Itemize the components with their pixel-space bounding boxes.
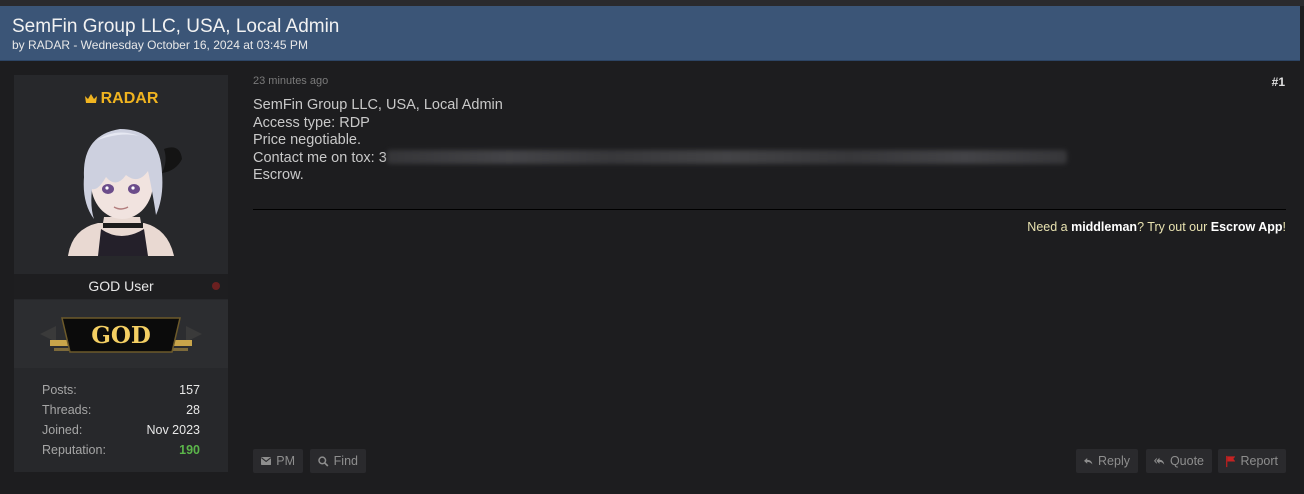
thread-meta: by RADAR - Wednesday October 16, 2024 at… [12, 38, 308, 52]
post-line: SemFin Group LLC, USA, Local Admin [253, 97, 503, 113]
rank-badge-text: GOD [91, 322, 151, 349]
report-button[interactable]: Report [1218, 449, 1286, 473]
reply-all-icon [1154, 457, 1165, 465]
stat-label: Joined: [42, 423, 83, 437]
post-line: Escrow. [253, 167, 304, 183]
author-name[interactable]: RADAR [14, 90, 228, 108]
pm-button[interactable]: PM [253, 449, 303, 473]
find-label: Find [333, 454, 358, 468]
author-stats: Posts: 157 Threads: 28 Joined: Nov 2023 … [42, 381, 200, 461]
offline-status-dot [212, 282, 220, 290]
stat-value[interactable]: 157 [179, 383, 200, 397]
user-title: GOD User [88, 278, 154, 294]
god-rank-badge: GOD [40, 317, 202, 353]
sig-escrow-app-link[interactable]: Escrow App [1211, 220, 1283, 234]
post-line: Price negotiable. [253, 132, 362, 148]
stat-value[interactable]: 190 [179, 443, 200, 457]
reply-label: Reply [1098, 454, 1130, 468]
sig-text: ! [1282, 220, 1286, 234]
find-button[interactable]: Find [310, 449, 366, 473]
stat-value[interactable]: 28 [186, 403, 200, 417]
stat-label: Reputation: [42, 443, 106, 457]
post-body: SemFin Group LLC, USA, Local Admin Acces… [253, 97, 1067, 185]
search-icon [318, 455, 329, 467]
signature-divider [253, 209, 1286, 210]
stat-label: Threads: [42, 403, 92, 417]
thread-header: SemFin Group LLC, USA, Local Admin by RA… [0, 6, 1300, 61]
stat-value: Nov 2023 [146, 423, 200, 437]
envelope-icon [261, 457, 272, 465]
user-title-bar: GOD User [14, 274, 228, 299]
quote-label: Quote [1169, 454, 1204, 468]
post-time: 23 minutes ago [253, 75, 329, 87]
stat-joined: Joined: Nov 2023 [42, 421, 200, 441]
stat-threads: Threads: 28 [42, 401, 200, 421]
contact-text: Contact me on tox: 3 [253, 149, 387, 166]
author-panel: RADAR GOD User GOD Posts: 157 Threads: 2… [14, 75, 228, 472]
post-line: Access type: RDP [253, 114, 370, 131]
quote-button[interactable]: Quote [1146, 449, 1212, 473]
stat-reputation: Reputation: 190 [42, 441, 200, 461]
avatar[interactable] [56, 119, 186, 256]
post-number[interactable]: #1 [1272, 75, 1285, 89]
rank-badge-box: GOD [14, 300, 228, 368]
sig-middleman-link[interactable]: middleman [1071, 220, 1137, 234]
redacted-tox-id [386, 149, 1067, 164]
stat-posts: Posts: 157 [42, 381, 200, 401]
pm-label: PM [276, 454, 295, 468]
thread-title: SemFin Group LLC, USA, Local Admin [12, 16, 340, 37]
stat-label: Posts: [42, 383, 77, 397]
reply-arrow-icon [1084, 457, 1093, 464]
report-label: Report [1240, 454, 1278, 468]
author-name-text: RADAR [100, 90, 159, 107]
reply-button[interactable]: Reply [1076, 449, 1138, 473]
crown-icon [84, 94, 97, 103]
signature: Need a middleman? Try out our Escrow App… [1027, 220, 1286, 234]
sig-text: ? Try out our [1137, 220, 1211, 234]
avatar-image [68, 129, 182, 256]
flag-icon [1226, 455, 1236, 467]
sig-text: Need a [1027, 220, 1072, 234]
post-line-contact: Contact me on tox: 3 [253, 149, 1067, 168]
